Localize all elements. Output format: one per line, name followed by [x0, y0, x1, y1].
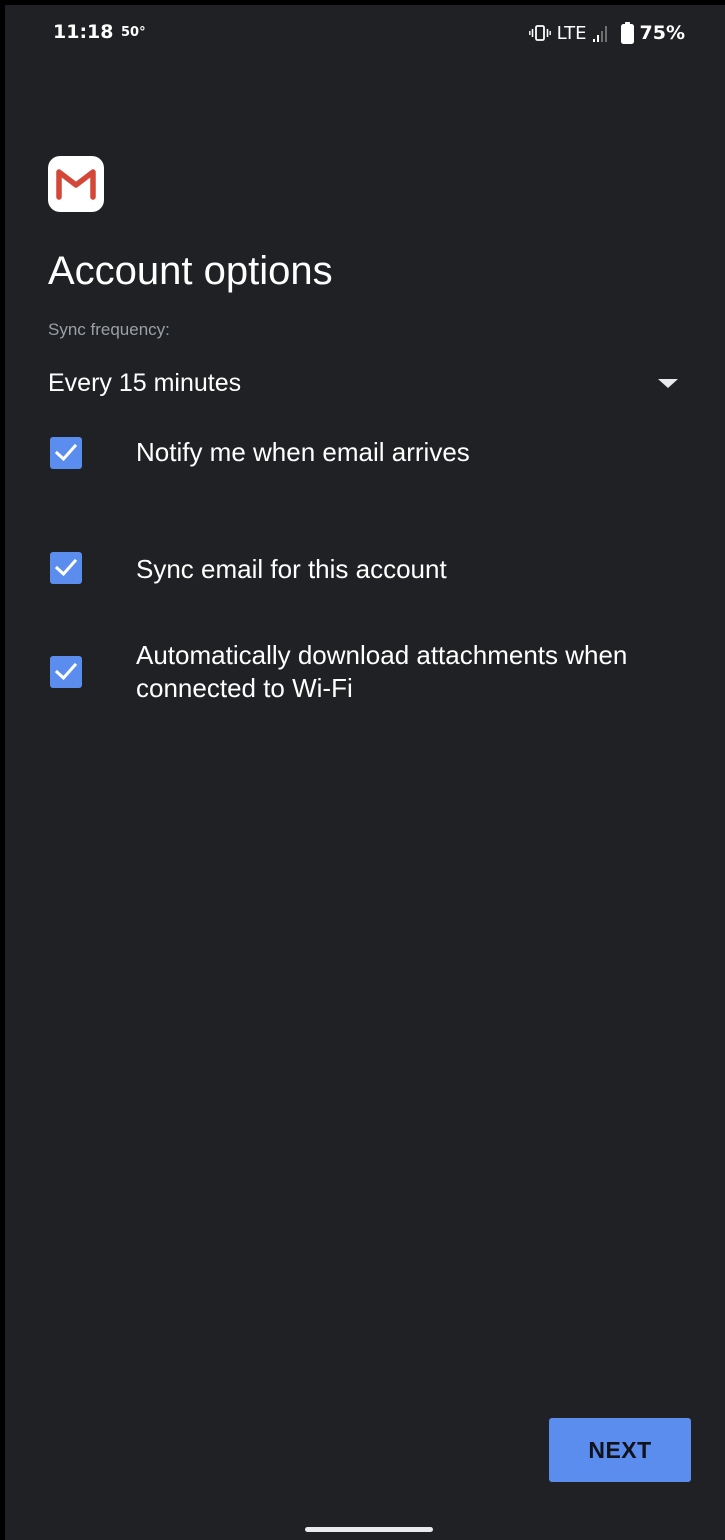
auto-download-checkbox[interactable]	[50, 656, 82, 688]
status-bar: 11:18 50° LTE 75%	[5, 5, 725, 63]
notify-checkbox[interactable]	[50, 437, 82, 469]
dropdown-arrow-icon	[658, 379, 678, 388]
signal-icon	[592, 24, 609, 42]
option-sync-email[interactable]: Sync email for this account	[48, 549, 688, 599]
status-temperature: 50°	[121, 25, 146, 40]
vibrate-icon	[528, 24, 551, 42]
sync-frequency-value: Every 15 minutes	[48, 368, 242, 397]
notify-label: Notify me when email arrives	[136, 437, 470, 467]
sync-email-checkbox[interactable]	[50, 552, 82, 584]
screen: 11:18 50° LTE 75% Account options Sync f…	[0, 0, 725, 1540]
sync-frequency-dropdown[interactable]: Every 15 minutes	[48, 361, 678, 405]
option-auto-download[interactable]: Automatically download attachments when …	[48, 635, 688, 711]
next-button[interactable]: NEXT	[549, 1418, 691, 1482]
sync-frequency-label: Sync frequency:	[48, 320, 170, 339]
network-type: LTE	[556, 22, 587, 44]
auto-download-label: Automatically download attachments when …	[136, 640, 628, 703]
status-time: 11:18	[53, 21, 114, 43]
status-icons: LTE 75%	[528, 19, 685, 47]
battery-percentage: 75%	[639, 22, 685, 44]
gmail-account-options-screen: 11:18 50° LTE 75% Account options Sync f…	[5, 5, 725, 1540]
sync-email-label: Sync email for this account	[136, 554, 447, 584]
battery-icon	[620, 22, 634, 44]
page-title: Account options	[48, 249, 333, 293]
gmail-logo	[48, 156, 104, 212]
gesture-nav-handle[interactable]	[305, 1527, 433, 1532]
option-notify-email[interactable]: Notify me when email arrives	[48, 428, 688, 478]
